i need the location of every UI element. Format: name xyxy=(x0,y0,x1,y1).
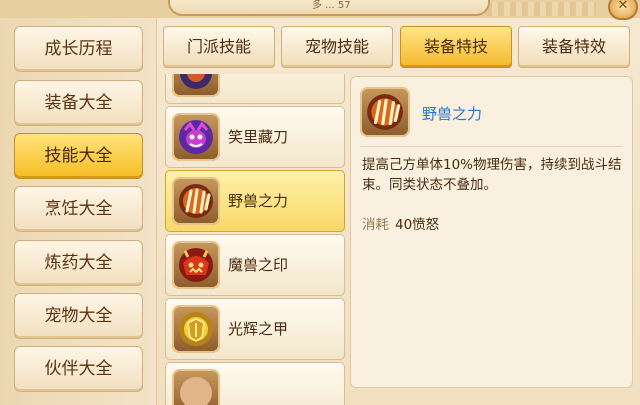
sidebar-item-growth[interactable]: 成长历程 xyxy=(14,26,143,72)
skill-label: 魔兽之印 xyxy=(228,256,289,274)
category-sidebar: 成长历程 装备大全 技能大全 烹饪大全 炼药大全 宠物大全 伙伴大全 xyxy=(0,18,157,405)
sidebar-item-skills[interactable]: 技能大全 xyxy=(14,133,143,179)
tab-pet-skills[interactable]: 宠物技能 xyxy=(281,26,393,68)
skill-list-item[interactable]: 光辉之甲 xyxy=(165,298,345,360)
divider xyxy=(360,146,622,147)
skill-list-item-selected[interactable]: 野兽之力 xyxy=(165,170,345,232)
skill-detail-cost: 消耗 40愤怒 xyxy=(362,213,439,233)
beast-claw-icon xyxy=(360,87,410,137)
skill-list-item[interactable] xyxy=(165,74,345,104)
sidebar-item-alchemy[interactable]: 炼药大全 xyxy=(14,240,143,286)
purple-demon-icon xyxy=(172,113,220,161)
window-title: 多 ... 57 xyxy=(312,0,351,11)
skill-detail-name: 野兽之力 xyxy=(422,105,483,123)
sidebar-item-partners[interactable]: 伙伴大全 xyxy=(14,346,143,392)
skill-label: 野兽之力 xyxy=(228,192,289,210)
sidebar-item-pets[interactable]: 宠物大全 xyxy=(14,293,143,339)
skill-detail-description: 提高己方单体10%物理伤害，持续到战斗结束。同类状态不叠加。 xyxy=(362,157,622,193)
partial-skill-icon xyxy=(172,74,220,97)
skill-tab-bar: 门派技能 宠物技能 装备特技 装备特效 xyxy=(156,18,640,74)
title-ornament xyxy=(486,2,596,16)
skill-list-item[interactable]: 魔兽之印 xyxy=(165,234,345,296)
game-window: 多 ... 57 ✕ 成长历程 装备大全 技能大全 烹饪大全 炼药大全 宠物大全… xyxy=(0,0,640,405)
tab-equipment-specials[interactable]: 装备特技 xyxy=(400,26,512,68)
red-beast-seal-icon xyxy=(172,241,220,289)
tab-sect-skills[interactable]: 门派技能 xyxy=(163,26,275,68)
cost-label: 消耗 xyxy=(362,217,389,233)
sidebar-item-cooking[interactable]: 烹饪大全 xyxy=(14,186,143,232)
skill-label: 笑里藏刀 xyxy=(228,128,289,146)
sidebar-item-equipment[interactable]: 装备大全 xyxy=(14,80,143,126)
skill-list-item[interactable]: 笑里藏刀 xyxy=(165,106,345,168)
skill-list[interactable]: 笑里藏刀 野兽之力 魔兽之印 光辉之甲 xyxy=(163,74,346,405)
cost-value: 40愤怒 xyxy=(395,217,440,233)
window-title-banner: 多 ... 57 xyxy=(168,0,490,16)
beast-claw-icon xyxy=(172,177,220,225)
tab-equipment-effects[interactable]: 装备特效 xyxy=(518,26,630,68)
skill-label: 光辉之甲 xyxy=(228,320,289,338)
partial-skill-icon xyxy=(172,369,220,405)
skill-list-item[interactable] xyxy=(165,362,345,405)
golden-armor-icon xyxy=(172,305,220,353)
